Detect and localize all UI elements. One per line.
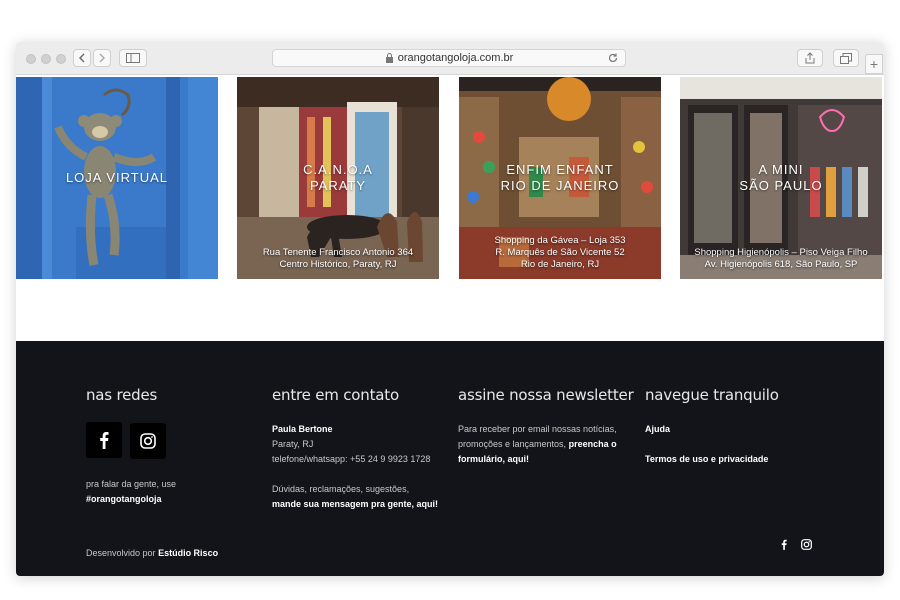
contact-name: Paula Bertone	[272, 424, 333, 434]
contact-doubts: Dúvidas, reclamações, sugestões,	[272, 484, 410, 494]
store-title: LOJA VIRTUAL	[65, 170, 169, 185]
terms-link[interactable]: Termos de uso e privacidade	[645, 454, 768, 464]
new-tab-button[interactable]: +	[865, 54, 883, 74]
tabs-overview-icon	[840, 52, 852, 64]
store-tile-virtual[interactable]: LOJA VIRTUAL	[16, 77, 218, 279]
stores-grid: LOJA VIRTUAL C.A.N.O.A PARATY Rua Tenent…	[16, 77, 884, 279]
plus-icon: +	[869, 56, 879, 72]
store-tile-rio[interactable]: ENFIM ENFANT RIO DE JANEIRO Shopping da …	[459, 77, 661, 279]
instagram-icon	[140, 433, 157, 449]
developer-credit: Desenvolvido por Estúdio Risco	[86, 548, 218, 558]
chevron-left-icon	[79, 53, 85, 63]
help-link[interactable]: Ajuda	[645, 424, 670, 434]
contact-phone: telefone/whatsapp: +55 24 9 9923 1728	[272, 454, 431, 464]
newsletter-heading: assine nossa newsletter	[458, 386, 634, 404]
tabs-button[interactable]	[833, 49, 859, 67]
instagram-small-link[interactable]	[801, 539, 812, 550]
address-url: orangotangoloja.com.br	[397, 52, 514, 64]
minimize-window-icon[interactable]	[41, 54, 51, 64]
footer-nav-column: navegue tranquilo Ajuda Termos de uso e …	[645, 386, 825, 467]
footer-social-column: nas redes pra falar da gente, use #orang…	[86, 386, 266, 507]
contact-city: Paraty, RJ	[272, 439, 314, 449]
store-title: C.A.N.O.A PARATY	[303, 162, 373, 193]
social-text: pra falar da gente, use	[86, 479, 177, 489]
hashtag: #orangotangoloja	[86, 494, 162, 504]
store-title: A MINI SÃO PAULO	[739, 162, 823, 193]
sidebar-icon	[126, 53, 140, 63]
browser-toolbar: orangotangoloja.com.br +	[16, 42, 884, 75]
instagram-button[interactable]	[130, 423, 167, 459]
developer-prefix: Desenvolvido por	[86, 548, 156, 558]
share-icon	[805, 52, 815, 64]
chevron-right-icon	[99, 53, 105, 63]
footer-contact-column: entre em contato Paula Bertone Paraty, R…	[272, 386, 452, 512]
store-title: ENFIM ENFANT RIO DE JANEIRO	[500, 162, 620, 193]
address-bar[interactable]: orangotangoloja.com.br	[272, 49, 626, 67]
facebook-icon	[100, 432, 109, 449]
reload-icon[interactable]	[607, 52, 619, 64]
footer-newsletter-column: assine nossa newsletter Para receber por…	[458, 386, 638, 467]
site-footer: nas redes pra falar da gente, use #orang…	[16, 341, 884, 576]
store-address: Shopping Higienópolis – Piso Veiga Filho…	[694, 247, 868, 270]
facebook-icon	[781, 539, 787, 550]
lock-icon	[385, 53, 393, 63]
zoom-window-icon[interactable]	[56, 54, 66, 64]
developer-link[interactable]: Estúdio Risco	[158, 548, 218, 558]
store-address: Rua Tenente Francisco Antonio 364 Centro…	[262, 247, 414, 270]
nav-heading: navegue tranquilo	[645, 386, 779, 404]
facebook-small-link[interactable]	[781, 539, 787, 550]
sidebar-button[interactable]	[119, 49, 147, 67]
forward-button[interactable]	[93, 49, 111, 67]
close-window-icon[interactable]	[26, 54, 36, 64]
contact-heading: entre em contato	[272, 386, 399, 404]
social-heading: nas redes	[86, 386, 158, 404]
footer-small-social	[781, 539, 812, 550]
store-address: Shopping da Gávea – Loja 353 R. Marquês …	[494, 235, 626, 270]
store-tile-paraty[interactable]: C.A.N.O.A PARATY Rua Tenente Francisco A…	[237, 77, 439, 279]
back-button[interactable]	[73, 49, 91, 67]
instagram-icon	[801, 539, 812, 550]
browser-window: orangotangoloja.com.br + LOJA VIRTUAL C.…	[16, 42, 884, 576]
share-button[interactable]	[797, 49, 823, 67]
store-tile-sao-paulo[interactable]: A MINI SÃO PAULO Shopping Higienópolis –…	[680, 77, 882, 279]
facebook-button[interactable]	[86, 422, 122, 458]
contact-message-link[interactable]: mande sua mensagem pra gente, aqui!	[272, 499, 438, 509]
